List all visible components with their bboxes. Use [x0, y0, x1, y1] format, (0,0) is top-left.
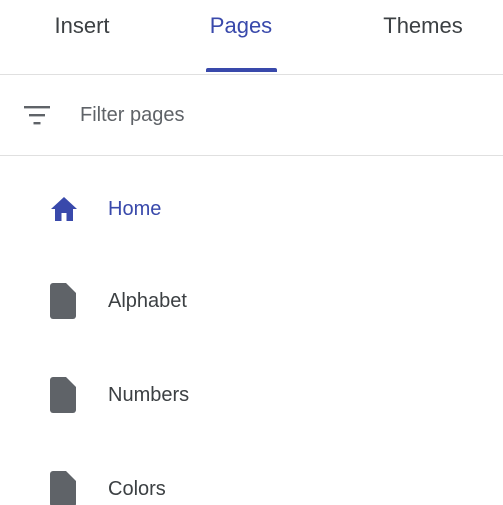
page-item-label: Alphabet: [108, 290, 187, 312]
page-item-label: Colors: [108, 478, 166, 500]
page-item-alphabet[interactable]: Alphabet: [0, 272, 503, 332]
filter-pages-input[interactable]: [80, 99, 460, 131]
site-pages-panel: Insert Pages Themes Home: [0, 0, 503, 505]
page-icon: [50, 377, 76, 413]
page-icon: [50, 471, 76, 505]
filter-icon: [23, 103, 51, 127]
panel-tabs: Insert Pages Themes: [0, 0, 503, 75]
active-tab-indicator: [206, 68, 277, 72]
page-item-colors[interactable]: Colors: [0, 460, 503, 505]
page-item-home[interactable]: Home: [0, 180, 503, 240]
page-icon: [50, 283, 76, 319]
page-item-label: Home: [108, 198, 162, 220]
page-item-label: Numbers: [108, 384, 190, 406]
tab-pages-label: Pages: [209, 13, 273, 38]
tab-pages[interactable]: Pages: [181, 0, 301, 74]
tab-themes-label: Themes: [383, 13, 463, 38]
home-icon: [50, 196, 78, 222]
tab-insert[interactable]: Insert: [22, 0, 142, 74]
tab-themes[interactable]: Themes: [358, 0, 488, 74]
page-item-numbers[interactable]: Numbers: [0, 366, 503, 426]
tab-insert-label: Insert: [54, 13, 110, 38]
